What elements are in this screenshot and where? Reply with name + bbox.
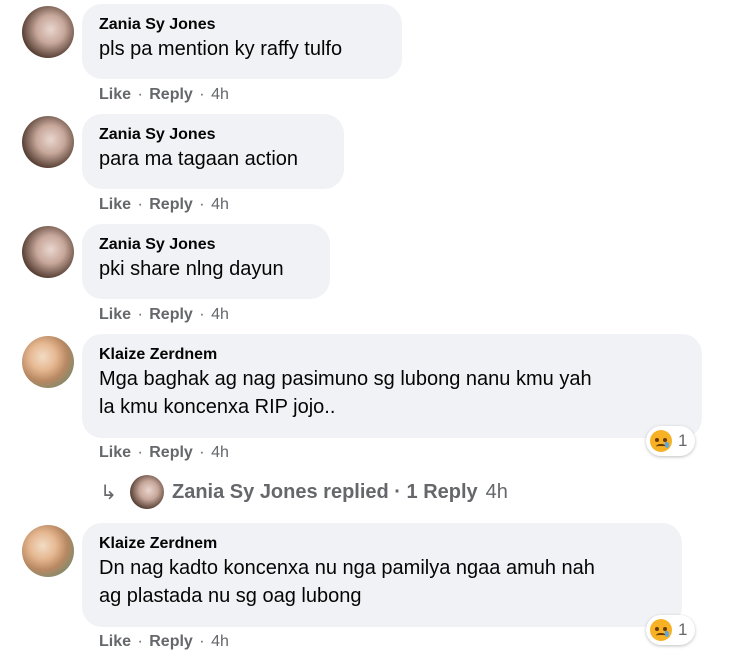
separator: · xyxy=(137,444,143,461)
reply-arrow-icon: ↳ xyxy=(100,481,117,504)
separator: · xyxy=(137,306,143,323)
comment-text: para ma tagaan action xyxy=(99,148,299,170)
avatar[interactable] xyxy=(22,525,74,577)
comment-timestamp[interactable]: 4h xyxy=(211,633,229,650)
comment-actions: Like · Reply · 4h xyxy=(99,443,229,463)
comment-text: pki share nlng dayun xyxy=(99,258,284,280)
comment-text-line: ag plastada nu sg oag lubong xyxy=(99,585,362,607)
avatar[interactable] xyxy=(22,226,74,278)
sad-reaction-icon xyxy=(650,619,672,641)
comment-text-line: Dn nag kadto koncenxa nu nga pamilya nga… xyxy=(99,557,595,579)
like-button[interactable]: Like xyxy=(99,444,131,461)
comment-author[interactable]: Zania Sy Jones xyxy=(99,235,312,255)
comment-actions: Like · Reply · 4h xyxy=(99,195,229,215)
sad-reaction-icon xyxy=(650,430,672,452)
comment-timestamp[interactable]: 4h xyxy=(211,86,229,103)
reply-button[interactable]: Reply xyxy=(149,633,193,650)
comment-author[interactable]: Zania Sy Jones xyxy=(99,15,384,35)
reply-button[interactable]: Reply xyxy=(149,196,193,213)
separator: · xyxy=(137,196,143,213)
comment-timestamp[interactable]: 4h xyxy=(211,306,229,323)
separator: · xyxy=(199,306,205,323)
comment-actions: Like · Reply · 4h xyxy=(99,85,229,105)
separator: · xyxy=(137,86,143,103)
reply-button[interactable]: Reply xyxy=(149,86,193,103)
comment-author[interactable]: Klaize Zerdnem xyxy=(99,534,664,554)
replies-text[interactable]: Zania Sy Jones replied · 1 Reply xyxy=(172,481,478,504)
separator: · xyxy=(137,633,143,650)
comment-actions: Like · Reply · 4h xyxy=(99,305,229,325)
avatar[interactable] xyxy=(22,116,74,168)
replies-timestamp: 4h xyxy=(485,480,508,503)
like-button[interactable]: Like xyxy=(99,633,131,650)
reaction-count: 1 xyxy=(678,620,688,639)
reaction-count: 1 xyxy=(678,431,688,450)
reply-button[interactable]: Reply xyxy=(149,306,193,323)
avatar xyxy=(130,475,164,509)
comment-bubble: Zania Sy Jones pls pa mention ky raffy t… xyxy=(82,4,402,79)
comment-timestamp[interactable]: 4h xyxy=(211,196,229,213)
avatar[interactable] xyxy=(22,336,74,388)
comment-text-line: Mga baghak ag nag pasimuno sg lubong nan… xyxy=(99,368,592,390)
reply-button[interactable]: Reply xyxy=(149,444,193,461)
comment-text-line: la kmu koncenxa RIP jojo.. xyxy=(99,396,336,418)
comment-actions: Like · Reply · 4h xyxy=(99,632,229,652)
reaction-summary[interactable]: 1 xyxy=(646,615,696,645)
comment-bubble: Klaize Zerdnem Mga baghak ag nag pasimun… xyxy=(82,334,702,438)
like-button[interactable]: Like xyxy=(99,306,131,323)
comment-bubble: Zania Sy Jones pki share nlng dayun xyxy=(82,224,330,299)
comment-author[interactable]: Zania Sy Jones xyxy=(99,125,326,145)
like-button[interactable]: Like xyxy=(99,86,131,103)
separator: · xyxy=(199,444,205,461)
like-button[interactable]: Like xyxy=(99,196,131,213)
reaction-summary[interactable]: 1 xyxy=(646,426,696,456)
comment-timestamp[interactable]: 4h xyxy=(211,444,229,461)
separator: · xyxy=(199,196,205,213)
view-replies-link[interactable]: ↳ Zania Sy Jones replied · 1 Reply 4h xyxy=(100,472,508,512)
avatar[interactable] xyxy=(22,6,74,58)
comment-bubble: Klaize Zerdnem Dn nag kadto koncenxa nu … xyxy=(82,523,682,627)
comment-bubble: Zania Sy Jones para ma tagaan action xyxy=(82,114,344,189)
separator: · xyxy=(199,633,205,650)
comment-author[interactable]: Klaize Zerdnem xyxy=(99,345,684,365)
comment-text: pls pa mention ky raffy tulfo xyxy=(99,38,343,60)
separator: · xyxy=(199,86,205,103)
